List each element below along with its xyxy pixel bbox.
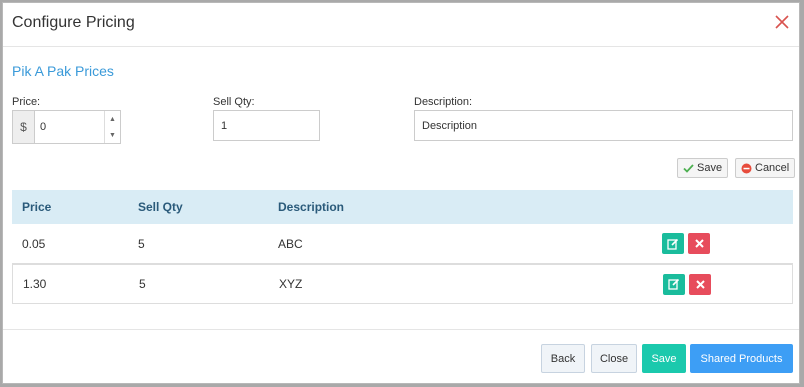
spin-up-icon[interactable]: ▲ xyxy=(105,111,120,127)
check-icon xyxy=(683,163,694,173)
price-spinner: ▲ ▼ xyxy=(104,111,120,143)
header-description: Description xyxy=(278,200,345,214)
shared-products-button[interactable]: Shared Products xyxy=(690,344,793,373)
table-row: 0.05 5 ABC xyxy=(12,224,793,264)
cell-description: XYZ xyxy=(279,277,303,291)
sell-qty-label: Sell Qty: xyxy=(213,96,255,108)
minus-circle-icon xyxy=(741,163,752,173)
delete-icon xyxy=(695,279,705,289)
delete-button[interactable] xyxy=(688,233,710,254)
sell-qty-input[interactable] xyxy=(213,110,320,141)
row-save-button[interactable]: Save xyxy=(677,158,729,178)
cell-description: ABC xyxy=(278,236,303,251)
row-cancel-label: Cancel xyxy=(755,162,790,174)
row-actions xyxy=(663,273,711,295)
row-actions xyxy=(662,233,710,254)
modal-header: Configure Pricing xyxy=(3,3,799,47)
price-input[interactable] xyxy=(35,111,104,143)
edit-button[interactable] xyxy=(663,273,685,295)
configure-pricing-modal: Configure Pricing Pik A Pak Prices Price… xyxy=(2,2,800,384)
header-sell-qty: Sell Qty xyxy=(138,200,183,214)
close-button[interactable]: Close xyxy=(591,344,637,373)
row-cancel-button[interactable]: Cancel xyxy=(735,158,796,178)
table-header: Price Sell Qty Description xyxy=(12,190,793,224)
cell-price: 0.05 xyxy=(22,236,46,251)
delete-icon xyxy=(694,239,704,248)
footer-divider xyxy=(3,329,799,330)
footer-save-button[interactable]: Save xyxy=(642,344,686,373)
price-label: Price: xyxy=(12,96,41,108)
description-label: Description: xyxy=(414,96,473,108)
spin-down-icon[interactable]: ▼ xyxy=(105,127,120,143)
modal-title: Configure Pricing xyxy=(12,14,135,31)
close-icon[interactable] xyxy=(775,15,789,29)
edit-icon xyxy=(667,238,679,250)
table-row: 1.30 5 XYZ xyxy=(12,264,793,304)
prices-table: Price Sell Qty Description 0.05 5 ABC 1.… xyxy=(12,190,793,304)
edit-button[interactable] xyxy=(662,233,684,254)
edit-icon xyxy=(668,278,680,290)
header-price: Price xyxy=(22,200,52,214)
currency-addon: $ xyxy=(13,111,35,143)
row-save-label: Save xyxy=(697,162,723,174)
back-button[interactable]: Back xyxy=(541,344,585,373)
description-input[interactable] xyxy=(414,110,793,141)
section-title: Pik A Pak Prices xyxy=(12,63,114,79)
delete-button[interactable] xyxy=(689,273,711,295)
cell-price: 1.30 xyxy=(23,277,47,291)
cell-qty: 5 xyxy=(139,277,146,291)
price-input-group: $ ▲ ▼ xyxy=(12,110,121,144)
cell-qty: 5 xyxy=(138,236,145,251)
